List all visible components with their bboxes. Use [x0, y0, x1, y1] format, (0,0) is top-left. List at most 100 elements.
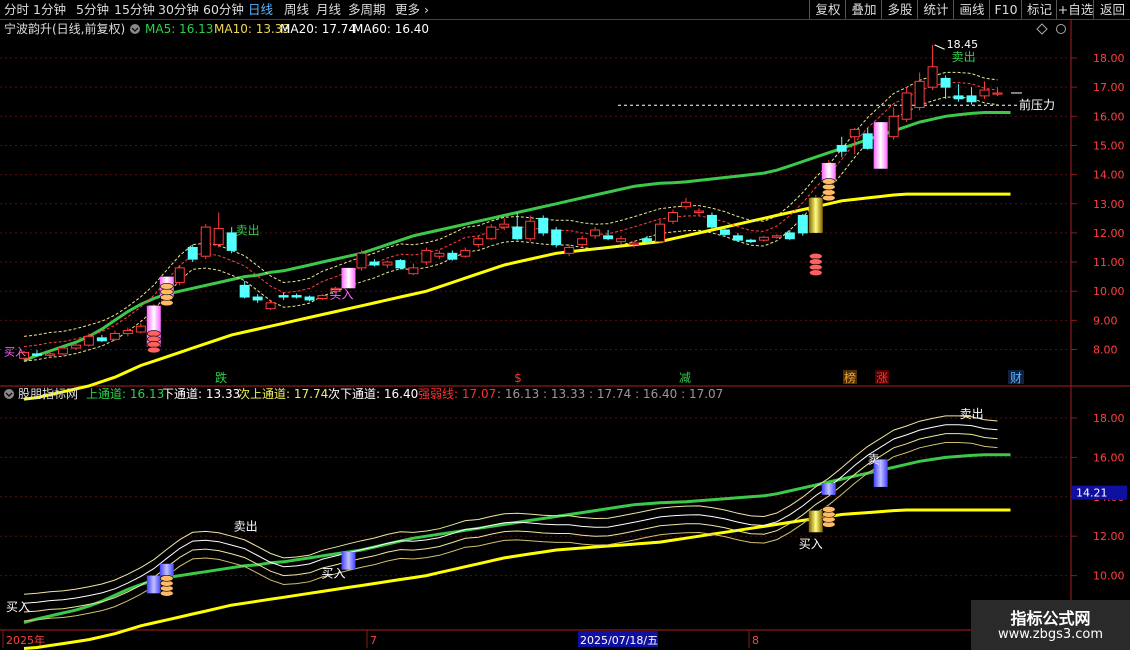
- candle-body: [732, 235, 743, 241]
- high-price-pointer: [934, 44, 945, 50]
- candle-body: [668, 211, 678, 222]
- signal-coin-icon: [808, 269, 823, 277]
- signal-bar: [808, 197, 823, 233]
- candle-body: [31, 353, 42, 356]
- chart-canvas: 18.00 17.00 16.00 15.00 14.00 13.00 12.00 11.00…: [0, 20, 1130, 650]
- candle-body: [473, 238, 484, 246]
- signal-coin-icon: [821, 178, 836, 185]
- bottom-lines: [23, 415, 1011, 650]
- top-header: 宁波韵升(日线,前复权) MA5: 16.13 MA10: 13.33MA20: …: [4, 21, 1066, 36]
- signal-coin-icon: [821, 194, 836, 202]
- candle-body: [44, 353, 55, 356]
- signal-coin-icon: [821, 189, 836, 196]
- candle-body: [797, 214, 808, 234]
- indicator-value: : 16.13 : 13.33 : 17.74 : 16.40 : 17.07: [497, 387, 723, 401]
- buy-signal-label: 买入: [330, 287, 354, 301]
- bottom-axis-label: 16.00: [1093, 451, 1125, 464]
- top-axis-label: 8.00: [1093, 344, 1118, 357]
- candle-body: [447, 252, 458, 260]
- indicator-value: 次下通道: 16.40: [328, 387, 418, 401]
- ma-label: MA60: 16.40: [353, 22, 429, 36]
- event-marker: 榜: [844, 370, 856, 385]
- buy-signal-label: 买入: [6, 600, 30, 614]
- candle-body: [96, 337, 107, 342]
- signal-bar: [808, 510, 823, 533]
- top-title: 宁波韵升(日线,前复权): [4, 21, 125, 36]
- buy-signal-label: 买入: [799, 537, 823, 551]
- event-marker: 涨: [876, 370, 888, 385]
- candle-body: [122, 330, 133, 334]
- top-axis-label: 9.00: [1093, 314, 1118, 327]
- signal-coin-icon: [159, 283, 174, 290]
- time-axis-label: 7: [370, 634, 377, 647]
- sell-signal-label: 卖出: [234, 519, 258, 533]
- time-axis-label: 2025年: [6, 633, 45, 647]
- candle-body: [927, 66, 938, 88]
- signal-bar: [821, 483, 836, 495]
- signal-bar: [821, 162, 836, 181]
- candle-body: [525, 220, 536, 240]
- candle-body: [278, 295, 289, 298]
- candle-body: [693, 210, 704, 213]
- candle-body: [629, 242, 640, 246]
- collapse-icon: [130, 24, 140, 34]
- candle-body: [83, 335, 94, 346]
- collapse-icon: [4, 389, 14, 399]
- candle-body: [836, 144, 847, 152]
- candle-body: [914, 80, 925, 109]
- top-axis-label: 11.00: [1093, 256, 1125, 269]
- candle-body: [655, 223, 666, 243]
- bottom-axis-label: 18.00: [1093, 412, 1125, 425]
- signal-coin-icon: [147, 335, 161, 343]
- signal-coin-icon: [808, 263, 823, 271]
- top-axis-label: 16.00: [1093, 110, 1125, 123]
- candle-body: [680, 201, 691, 208]
- candle-body: [901, 92, 912, 120]
- candle-body: [57, 347, 68, 355]
- candle-body: [771, 235, 782, 238]
- bottom-axis-label: 12.00: [1093, 530, 1125, 543]
- candle-body: [239, 284, 250, 298]
- signal-bar: [873, 122, 888, 169]
- candle-body: [888, 115, 899, 138]
- candle-body: [940, 77, 951, 88]
- indicator-value: 上通道: 16.13: [86, 387, 164, 401]
- candle-body: [953, 95, 964, 100]
- candle-body: [434, 252, 445, 257]
- watermark-url: www.zbgs3.com: [997, 627, 1104, 642]
- indicator-value: 强弱线: 17.07: [418, 387, 496, 401]
- candle-body: [109, 332, 120, 340]
- indicator-value: 下通道: 13.33: [162, 387, 240, 401]
- candle-body: [616, 238, 627, 243]
- signal-coin-icon: [159, 575, 174, 582]
- candles: [19, 44, 1003, 361]
- candle-body: [304, 296, 315, 301]
- cursor-value: 14.21: [1076, 487, 1108, 500]
- candle-body: [564, 246, 575, 254]
- candle-body: [992, 92, 1003, 95]
- top-marks: 卖出买入买入卖出18.45跌 $ 减榜涨财: [4, 38, 1024, 385]
- candle-body: [382, 261, 393, 266]
- sell-signal-label: 卖出: [952, 50, 976, 64]
- ma-label: MA5: 16.13: [145, 22, 213, 36]
- top-axis-label: 13.00: [1093, 198, 1125, 211]
- signal-bar: [341, 267, 356, 289]
- diamond-icon: [1036, 23, 1048, 35]
- candle-body: [512, 226, 523, 240]
- candle-body: [966, 95, 977, 103]
- pressure-label: 前压力: [1019, 97, 1055, 112]
- signal-coin-icon: [808, 258, 823, 266]
- event-marker: $: [514, 371, 522, 385]
- buy-signal-label: 买入: [322, 567, 346, 581]
- candle-body: [551, 229, 562, 246]
- candle-body: [317, 295, 328, 299]
- candle-body: [291, 295, 302, 298]
- bottom-marks: 卖出买入买入买入卖出卖: [6, 407, 984, 614]
- candle-body: [70, 344, 81, 349]
- candle-body: [706, 214, 717, 228]
- signal-coin-icon: [821, 506, 836, 513]
- candle-body: [719, 229, 730, 235]
- time-axis-label: 8: [752, 634, 759, 647]
- candle-body: [252, 296, 263, 301]
- signal-coin-icon: [159, 288, 174, 296]
